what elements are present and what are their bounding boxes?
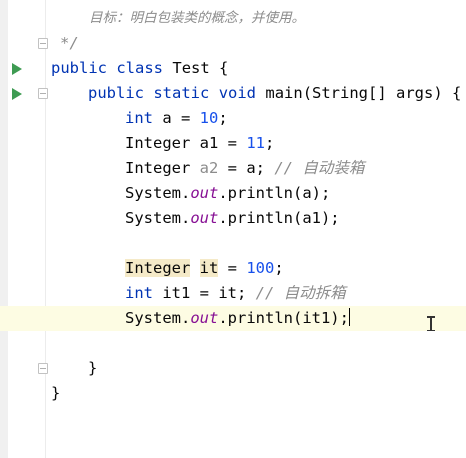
code-line[interactable]: int a = 10; <box>0 106 466 131</box>
run-icon[interactable] <box>12 63 22 75</box>
fold-icon[interactable] <box>38 38 48 49</box>
code-editor[interactable]: 目标：明白包装类的概念，并使用。 */ public class Test { … <box>0 0 466 458</box>
doc-comment-end: */ <box>60 34 79 52</box>
usage-highlight: it <box>199 259 219 277</box>
code-line[interactable]: Integer a1 = 11; <box>0 131 466 156</box>
doc-comment-text: 目标：明白包装类的概念，并使用。 <box>89 10 305 26</box>
code-line[interactable]: } <box>0 356 466 381</box>
closing-brace: } <box>88 359 98 377</box>
text-caret <box>348 308 351 326</box>
statement: Integer a2 = a; // 自动装箱 <box>125 159 365 177</box>
code-line[interactable]: */ <box>0 31 466 56</box>
code-line[interactable]: 目标：明白包装类的概念，并使用。 <box>0 6 466 31</box>
method-declaration: public static void main(String[] args) { <box>88 84 462 102</box>
code-line[interactable]: Integer it = 100; <box>0 256 466 281</box>
statement: int it1 = it; // 自动拆箱 <box>125 284 346 302</box>
code-line[interactable]: public class Test { <box>0 56 466 81</box>
statement: int a = 10; <box>125 109 228 127</box>
statement: System.out.println(a); <box>125 184 331 202</box>
fold-icon[interactable] <box>38 363 48 374</box>
code-line[interactable]: System.out.println(a1); <box>0 206 466 231</box>
usage-highlight: Integer <box>125 259 191 277</box>
code-line[interactable]: } <box>0 381 466 406</box>
fold-icon[interactable] <box>38 88 48 99</box>
statement: System.out.println(a1); <box>125 209 340 227</box>
run-icon[interactable] <box>12 88 22 100</box>
closing-brace: } <box>51 384 61 402</box>
statement: Integer a1 = 11; <box>125 134 275 152</box>
inline-comment: // 自动拆箱 <box>255 284 346 302</box>
statement: System.out.println(it1); <box>125 308 351 327</box>
text-cursor-icon <box>427 316 435 331</box>
class-declaration: public class Test { <box>51 59 229 77</box>
inline-comment: // 自动装箱 <box>274 159 365 177</box>
statement: Integer it = 100; <box>125 259 284 277</box>
current-code-line[interactable]: System.out.println(it1); <box>0 306 466 331</box>
code-line[interactable]: public static void main(String[] args) { <box>0 81 466 106</box>
code-line[interactable]: Integer a2 = a; // 自动装箱 <box>0 156 466 181</box>
code-line[interactable]: int it1 = it; // 自动拆箱 <box>0 281 466 306</box>
code-line[interactable]: System.out.println(a); <box>0 181 466 206</box>
